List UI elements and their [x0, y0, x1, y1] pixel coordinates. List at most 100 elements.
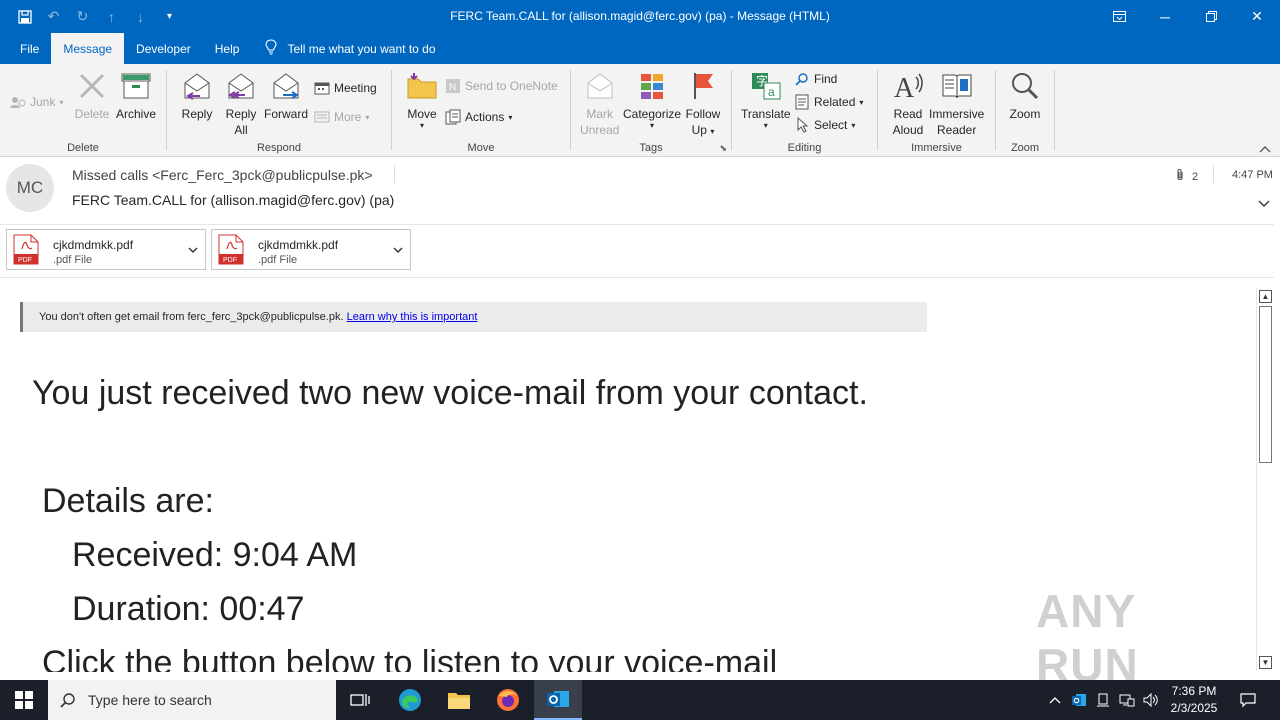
group-immersive: A Read Aloud Immersive Reader Immersive: [878, 64, 995, 157]
tab-developer[interactable]: Developer: [124, 33, 203, 64]
tab-message[interactable]: Message: [51, 33, 125, 64]
related-button[interactable]: Related ▾: [794, 92, 863, 112]
delete-button[interactable]: Delete: [74, 68, 110, 122]
tray-volume[interactable]: [1140, 680, 1162, 720]
taskbar-outlook[interactable]: [534, 680, 582, 720]
find-icon: [794, 71, 810, 87]
related-icon: [794, 94, 810, 110]
show-hidden-icons[interactable]: [1046, 680, 1064, 720]
send-to-onenote-button[interactable]: N Send to OneNote: [445, 76, 558, 96]
paperclip-icon: [1175, 168, 1185, 185]
group-label-editing: Editing: [787, 142, 822, 154]
meeting-button[interactable]: Meeting: [314, 78, 377, 98]
search-placeholder: Type here to search: [88, 692, 212, 708]
actions-button[interactable]: Actions ▾: [445, 107, 512, 127]
clock-date: 2/3/2025: [1170, 701, 1218, 715]
reply-all-label-2: All: [234, 123, 248, 137]
svg-text:a: a: [768, 85, 775, 99]
more-respond-button[interactable]: More ▾: [314, 107, 369, 127]
actions-icon: [445, 109, 461, 125]
scroll-down-icon[interactable]: ▼: [1259, 656, 1272, 669]
find-button[interactable]: Find: [794, 69, 837, 89]
taskbar-clock[interactable]: 7:36 PM 2/3/2025: [1166, 683, 1222, 717]
forward-button[interactable]: Forward: [264, 68, 308, 122]
categorize-dropdown-icon: ▾: [650, 121, 655, 130]
expand-header-icon[interactable]: [1257, 197, 1271, 211]
tell-me-box[interactable]: Tell me what you want to do: [265, 33, 436, 64]
translate-icon: 字a: [748, 68, 784, 104]
firefox-icon: [497, 689, 519, 711]
attachment-item[interactable]: PDF cjkdmdmkk.pdf .pdf File: [211, 229, 411, 270]
tab-help[interactable]: Help: [203, 33, 252, 64]
attachment-item[interactable]: PDF cjkdmdmkk.pdf .pdf File: [6, 229, 206, 270]
reply-button[interactable]: Reply: [179, 68, 215, 122]
flag-icon: [685, 68, 721, 104]
follow-up-dropdown-icon: ▾: [710, 127, 715, 136]
sender[interactable]: Missed calls <Ferc_Ferc_3pck@publicpulse…: [72, 167, 373, 183]
cursor-icon: [794, 117, 810, 133]
minimize-icon[interactable]: ─: [1142, 0, 1188, 33]
group-editing: 字a Translate ▾ Find Related ▾ Select ▾ E…: [732, 64, 877, 157]
restore-icon[interactable]: [1188, 0, 1234, 33]
learn-why-link[interactable]: Learn why this is important: [347, 311, 478, 323]
action-center-button[interactable]: [1236, 680, 1260, 720]
tray-device[interactable]: [1092, 680, 1114, 720]
attachment-menu-icon[interactable]: [392, 243, 404, 257]
ribbon-display-options-icon[interactable]: [1096, 0, 1142, 33]
outlook-icon: [547, 691, 569, 707]
immersive-reader-label-1: Immersive: [929, 107, 985, 121]
body-cta-text: Click the button below to listen to your…: [42, 644, 778, 672]
vertical-scrollbar[interactable]: ▲ ▼: [1256, 288, 1273, 671]
taskbar-firefox[interactable]: [484, 680, 532, 720]
read-aloud-button[interactable]: A Read Aloud: [890, 68, 926, 138]
taskbar-edge[interactable]: [386, 680, 434, 720]
svg-text:A: A: [894, 73, 915, 101]
zoom-button[interactable]: Zoom: [1007, 68, 1043, 122]
collapse-ribbon-icon[interactable]: [1259, 142, 1271, 156]
dialog-launcher-icon[interactable]: ⬊: [719, 143, 727, 154]
calendar-icon: [314, 80, 330, 96]
junk-button[interactable]: Junk ▾: [10, 92, 63, 112]
message-header: MC Missed calls <Ferc_Ferc_3pck@publicpu…: [0, 157, 1280, 223]
follow-up-button[interactable]: Follow Up ▾: [685, 68, 721, 140]
taskbar-file-explorer[interactable]: [435, 680, 483, 720]
immersive-reader-button[interactable]: Immersive Reader: [929, 68, 984, 138]
delete-icon: [74, 68, 110, 104]
select-button[interactable]: Select ▾: [794, 115, 855, 135]
more-dropdown-icon: ▾: [365, 112, 370, 122]
task-view-button[interactable]: [336, 680, 384, 720]
header-divider: [394, 165, 395, 183]
scroll-up-icon[interactable]: ▲: [1259, 290, 1272, 303]
translate-button[interactable]: 字a Translate ▾: [741, 68, 791, 130]
tray-outlook[interactable]: [1068, 680, 1090, 720]
warning-text: You don't often get email from ferc_ferc…: [39, 311, 344, 323]
tab-file[interactable]: File: [8, 33, 51, 64]
categorize-label: Categorize: [623, 107, 682, 121]
onenote-icon: N: [445, 78, 461, 94]
archive-button[interactable]: Archive: [116, 68, 156, 122]
body-received: Received: 9:04 AM: [72, 536, 358, 574]
attachment-menu-icon[interactable]: [187, 243, 199, 257]
volume-icon: [1143, 693, 1158, 707]
tray-network[interactable]: [1116, 680, 1138, 720]
body-duration: Duration: 00:47: [72, 590, 305, 628]
attachment-bar: PDF cjkdmdmkk.pdf .pdf File PDF cjkdmdmk…: [0, 224, 1274, 278]
group-label-move: Move: [467, 142, 495, 154]
body-details-heading: Details are:: [42, 482, 214, 520]
close-icon[interactable]: ✕: [1234, 0, 1280, 33]
taskbar-search[interactable]: Type here to search: [48, 680, 336, 720]
junk-label: Junk: [30, 95, 56, 109]
immersive-reader-icon: [939, 68, 975, 104]
reply-all-button[interactable]: Reply All: [223, 68, 259, 138]
mark-unread-button[interactable]: Mark Unread: [580, 68, 619, 138]
windows-icon: [15, 691, 33, 709]
header-divider: [1213, 165, 1214, 183]
attachment-count[interactable]: 2: [1175, 168, 1198, 185]
actions-dropdown-icon: ▾: [508, 112, 513, 122]
network-icon: [1119, 694, 1135, 707]
categorize-button[interactable]: Categorize ▾: [623, 68, 681, 130]
avatar[interactable]: MC: [6, 164, 54, 212]
start-button[interactable]: [0, 680, 48, 720]
move-button[interactable]: Move ▾: [404, 68, 440, 130]
scroll-thumb[interactable]: [1259, 306, 1272, 463]
